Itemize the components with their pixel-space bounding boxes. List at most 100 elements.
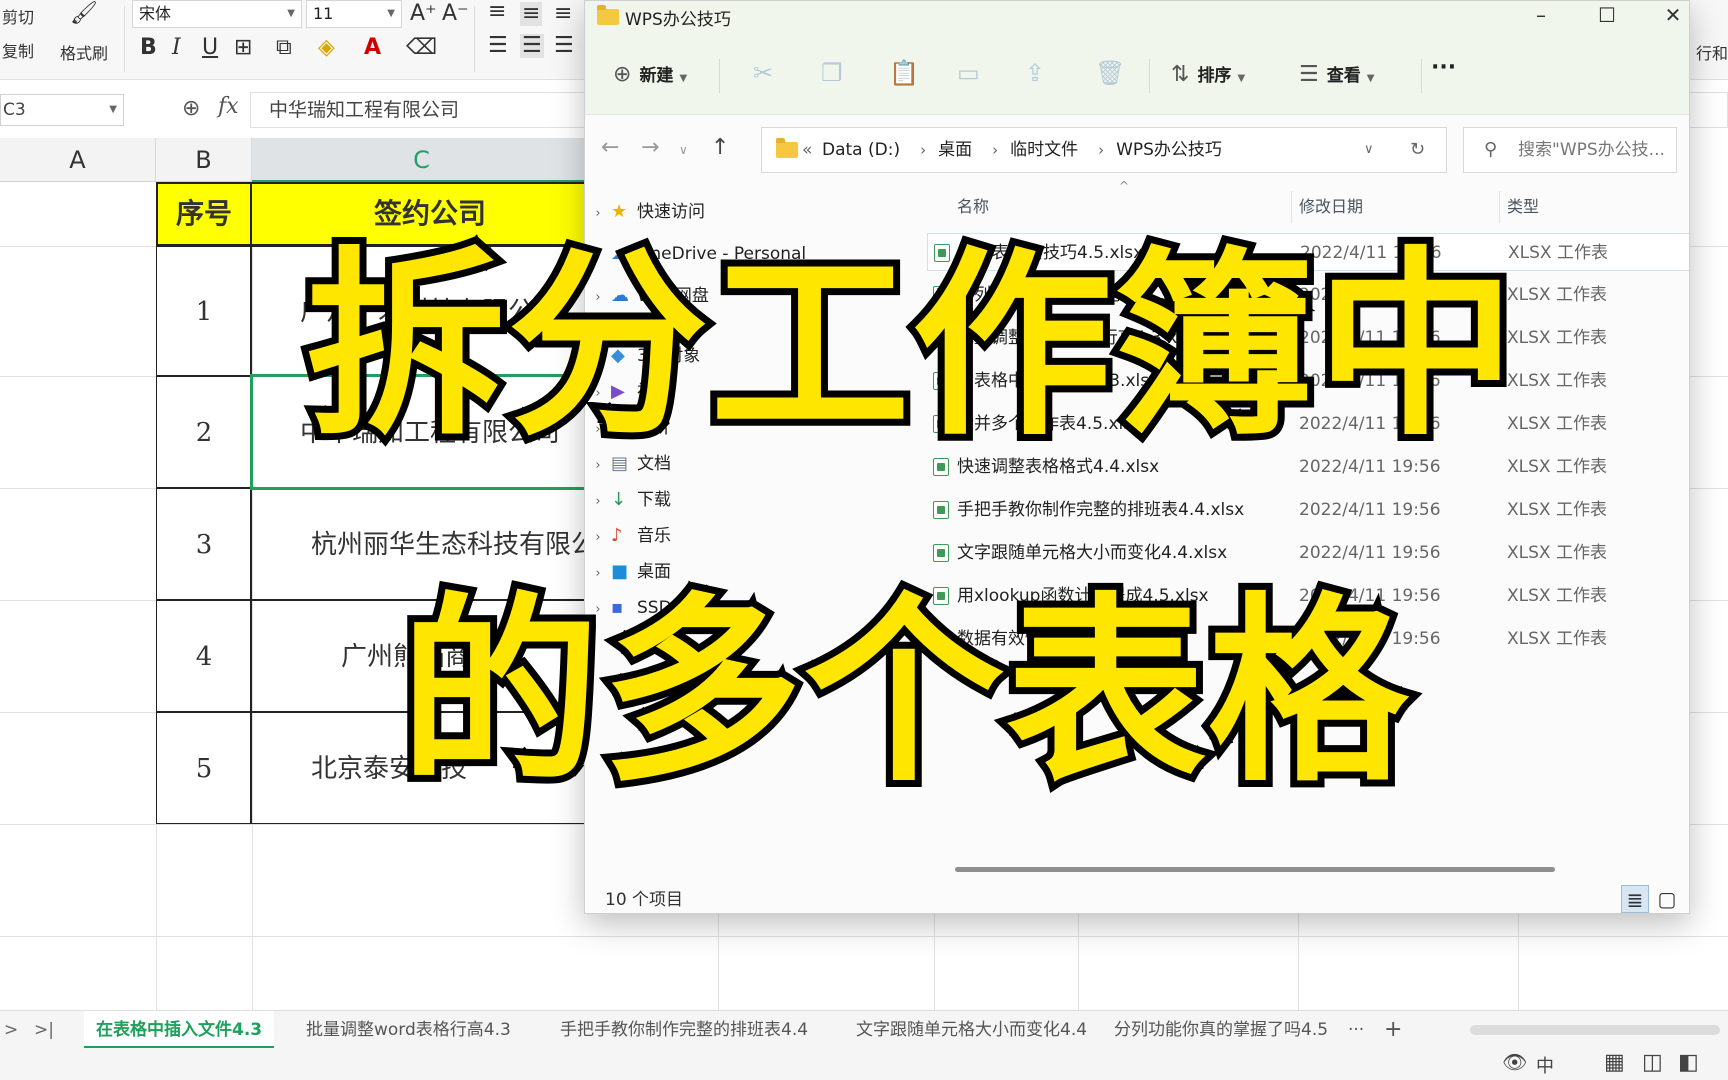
font-name-value: 宋体 [139,4,172,23]
page-break-icon[interactable]: ◧ [1678,1050,1699,1075]
table-header-no[interactable]: 序号 [156,182,252,246]
cut-icon[interactable]: ✂ [753,59,773,87]
eye-icon[interactable]: 👁 [1502,1050,1527,1074]
more-tabs-button[interactable]: ··· [1348,1011,1364,1049]
recent-chevron-icon[interactable]: ∨ [679,143,688,157]
rename-icon[interactable]: ▭ [957,59,980,87]
breadcrumb-segment[interactable]: WPS办公技巧 [1116,140,1222,160]
zoom-search-icon[interactable]: ⊕ [182,96,200,121]
breadcrumb-segment[interactable]: 临时文件 [1010,140,1078,160]
grid-line [934,908,935,1010]
tab-nav-last-icon[interactable]: >| [34,1011,54,1049]
underline-button[interactable]: U [202,36,218,60]
sheet-tab[interactable]: 文字跟随单元格大小而变化4.4 [856,1011,1087,1049]
column-header-b[interactable]: B [156,138,252,182]
align-bottom-icon[interactable]: ≡ [554,2,572,26]
font-shrink-icon[interactable]: A⁻ [442,2,469,26]
search-icon: ⚲ [1484,139,1498,160]
address-dropdown-icon[interactable]: ∨ [1364,128,1374,172]
view-button[interactable]: ☰ 查看 ▼ [1299,61,1374,87]
bold-button[interactable]: B [140,36,157,60]
format-painter-icon[interactable]: 🖌 [70,2,98,26]
breadcrumb-segment[interactable]: 桌面 [938,140,972,160]
details-view-icon[interactable]: ≣ [1621,885,1649,913]
more-options-button[interactable]: ··· [1431,55,1456,80]
nav-item-music[interactable]: › ♪ 音乐 [585,519,671,553]
horizontal-scrollbar[interactable] [1470,1025,1720,1035]
font-name-select[interactable]: 宋体 ▼ [132,0,302,28]
page-layout-icon[interactable]: ◫ [1642,1050,1663,1075]
border-icon[interactable]: ⊞ [234,36,252,60]
maximize-icon[interactable]: ☐ [1587,3,1627,27]
nav-item-downloads[interactable]: › ↓ 下载 [585,483,671,517]
search-input[interactable]: ⚲ 搜索"WPS办公技... [1463,127,1677,173]
file-type: XLSX 工作表 [1507,586,1607,606]
address-bar[interactable]: « Data (D:) › 桌面 › 临时文件 › WPS办公技巧 ∨ ↻ [761,127,1447,173]
delete-icon[interactable]: 🗑 [1095,59,1125,87]
column-header-type[interactable]: 类型 [1507,187,1539,227]
minimize-icon[interactable]: – [1521,3,1561,27]
align-center-icon[interactable]: ☰ [520,34,544,58]
nav-item-quick-access[interactable]: › ★ 快速访问 [585,195,705,229]
format-painter-button[interactable]: 格式刷 [60,40,108,64]
file-type: XLSX 工作表 [1508,243,1608,263]
font-color-icon[interactable]: A [364,36,381,60]
folder-icon [776,138,798,158]
sort-button[interactable]: ⇅ 排序 ▼ [1171,61,1245,87]
file-row[interactable]: 手把手教你制作完整的排班表4.4.xlsx 2022/4/11 19:56 XLSX… [927,491,1689,529]
font-size-value: 11 [313,4,334,23]
column-header-a[interactable]: A [0,138,156,182]
input-mode-button[interactable]: 中 [1536,1052,1554,1078]
align-right-icon[interactable]: ☰ [554,34,574,58]
forward-arrow-icon[interactable]: → [641,135,659,160]
align-middle-icon[interactable]: ≡ [520,2,543,26]
horizontal-scrollbar-thumb[interactable] [955,867,1555,872]
back-arrow-icon[interactable]: ← [601,135,619,160]
table-cell-no[interactable]: 1 [156,246,252,376]
new-button[interactable]: ⊕ 新建 ▼ [613,61,687,87]
sheet-tab[interactable]: 批量调整word表格行高4.3 [306,1011,511,1049]
sheet-tab[interactable]: 分列功能你真的掌握了吗4.5 [1114,1011,1328,1049]
breadcrumb-overflow[interactable]: « [802,128,812,172]
chevron-right-icon: › [920,141,927,159]
sheet-tab[interactable]: 在表格中插入文件4.3 [84,1011,275,1049]
column-header-name[interactable]: 名称 [957,187,989,227]
file-row[interactable]: 文字跟随单元格大小而变化4.4.xlsx 2022/4/11 19:56 XLSX … [927,534,1689,572]
share-icon[interactable]: ⇪ [1025,59,1045,87]
close-icon[interactable]: ✕ [1653,3,1689,27]
normal-view-icon[interactable]: ▦ [1604,1050,1625,1075]
function-fx-icon[interactable]: fx [218,94,239,119]
eraser-icon[interactable]: ⌫ [406,36,437,60]
refresh-icon[interactable]: ↻ [1410,128,1425,172]
copy-icon[interactable]: ❐ [821,59,843,87]
table-cell-no[interactable]: 5 [156,712,252,824]
table-cell-no[interactable]: 3 [156,488,252,600]
font-size-select[interactable]: 11 ▼ [306,0,402,28]
align-left-icon[interactable]: ☰ [488,34,508,58]
italic-button[interactable]: I [172,36,181,60]
row-col-button[interactable]: 行和 [1696,40,1728,64]
up-arrow-icon[interactable]: ↑ [711,135,729,160]
tab-nav-prev-icon[interactable]: > [4,1011,18,1049]
cell-style-icon[interactable]: ⧉ [276,36,292,60]
breadcrumb-segment[interactable]: Data (D:) [822,140,900,160]
column-header-date[interactable]: 修改日期 [1299,187,1363,227]
name-box[interactable]: C3 ▼ [0,94,124,126]
column-header-c[interactable]: C [252,138,592,182]
tiles-view-icon[interactable]: ▢ [1653,885,1681,913]
table-cell-no[interactable]: 4 [156,600,252,712]
cut-button[interactable]: 剪切 [2,4,34,28]
fill-color-icon[interactable]: ◈ [318,36,335,60]
align-top-icon[interactable]: ≡ [488,0,506,24]
paste-icon[interactable]: 📋 [889,59,919,87]
copy-button[interactable]: 复制 [2,38,34,62]
table-cell-no[interactable]: 2 [156,376,252,488]
item-count: 10 个项目 [605,890,684,910]
sheet-tab[interactable]: 手把手教你制作完整的排班表4.4 [560,1011,808,1049]
font-grow-icon[interactable]: A⁺ [410,2,437,26]
add-sheet-button[interactable]: + [1384,1011,1402,1049]
file-type: XLSX 工作表 [1507,629,1607,649]
file-type: XLSX 工作表 [1507,328,1607,348]
chevron-right-icon: › [992,141,999,159]
chevron-right-icon: › [595,530,601,545]
